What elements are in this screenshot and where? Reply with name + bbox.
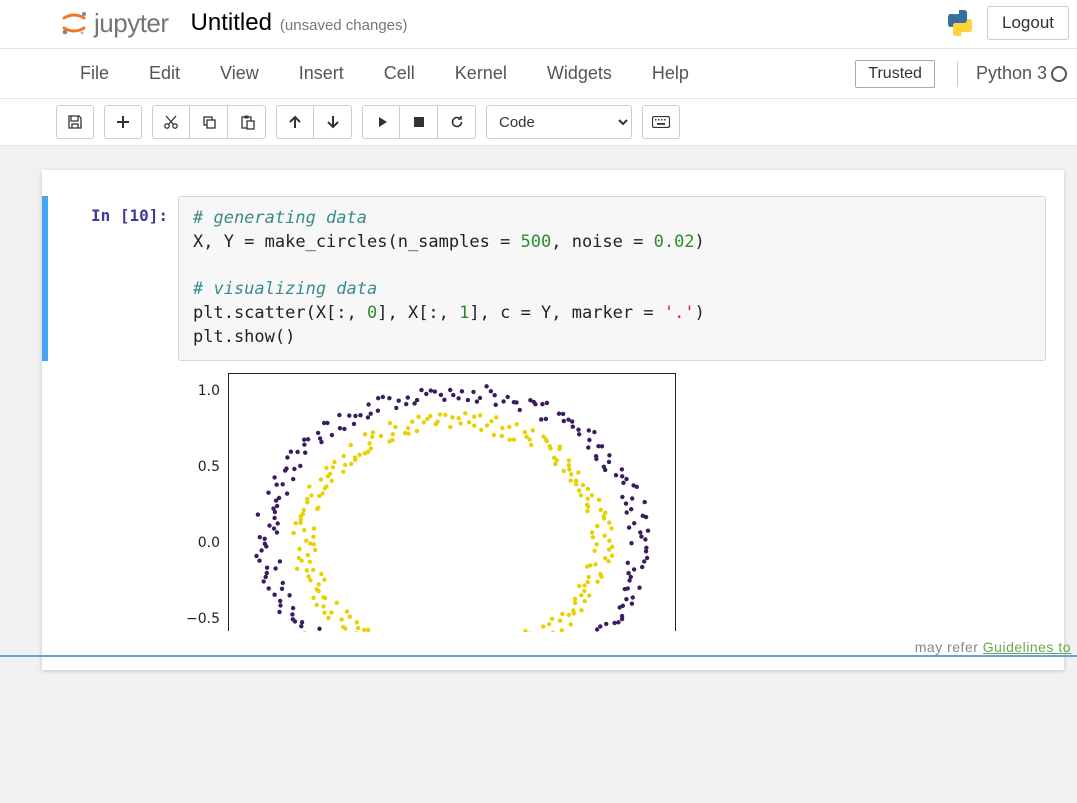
trusted-indicator[interactable]: Trusted bbox=[855, 60, 935, 88]
cell-type-select[interactable]: Code bbox=[486, 105, 632, 139]
save-status: (unsaved changes) bbox=[280, 17, 408, 34]
kernel-status-icon bbox=[1051, 66, 1067, 82]
jupyter-logo-text: jupyter bbox=[94, 8, 169, 39]
menubar: FileEditViewInsertCellKernelWidgetsHelp … bbox=[0, 49, 1077, 99]
menu-file[interactable]: File bbox=[60, 55, 129, 92]
code-cell[interactable]: In [10]: # generating data X, Y = make_c… bbox=[42, 196, 1046, 361]
scissors-icon bbox=[163, 114, 179, 130]
footer-hint: may refer Guidelines to bbox=[915, 639, 1071, 655]
interrupt-button[interactable] bbox=[400, 105, 438, 139]
menu-insert[interactable]: Insert bbox=[279, 55, 364, 92]
keyboard-icon bbox=[652, 116, 670, 128]
move-down-button[interactable] bbox=[314, 105, 352, 139]
stop-icon bbox=[412, 115, 426, 129]
copy-icon bbox=[201, 114, 217, 130]
header: jupyter Untitled (unsaved changes) Logou… bbox=[0, 0, 1077, 49]
save-icon bbox=[67, 114, 83, 130]
paste-icon bbox=[239, 114, 255, 130]
logout-button[interactable]: Logout bbox=[987, 6, 1069, 40]
menu-widgets[interactable]: Widgets bbox=[527, 55, 632, 92]
menu-edit[interactable]: Edit bbox=[129, 55, 200, 92]
input-prompt: In [10]: bbox=[48, 196, 178, 361]
run-button[interactable] bbox=[362, 105, 400, 139]
title-area: Untitled (unsaved changes) bbox=[191, 9, 408, 37]
cut-button[interactable] bbox=[152, 105, 190, 139]
notebook-title[interactable]: Untitled bbox=[191, 9, 272, 37]
run-icon bbox=[374, 115, 388, 129]
python-logo-icon bbox=[945, 8, 975, 38]
menu-help[interactable]: Help bbox=[632, 55, 709, 92]
arrow-down-icon bbox=[326, 115, 340, 129]
restart-button[interactable] bbox=[438, 105, 476, 139]
paste-button[interactable] bbox=[228, 105, 266, 139]
scatter-plot: 1.00.50.0−0.5 bbox=[186, 373, 1046, 631]
save-button[interactable] bbox=[56, 105, 94, 139]
notebook-container: In [10]: # generating data X, Y = make_c… bbox=[0, 146, 1077, 803]
add-cell-button[interactable] bbox=[104, 105, 142, 139]
copy-button[interactable] bbox=[190, 105, 228, 139]
menu-cell[interactable]: Cell bbox=[364, 55, 435, 92]
code-input[interactable]: # generating data X, Y = make_circles(n_… bbox=[178, 196, 1046, 361]
command-palette-button[interactable] bbox=[642, 105, 680, 139]
toolbar: Code bbox=[0, 99, 1077, 146]
divider bbox=[957, 61, 958, 87]
arrow-up-icon bbox=[288, 115, 302, 129]
restart-icon bbox=[449, 114, 465, 130]
move-up-button[interactable] bbox=[276, 105, 314, 139]
plus-icon bbox=[115, 114, 131, 130]
menu-kernel[interactable]: Kernel bbox=[435, 55, 527, 92]
jupyter-logo[interactable]: jupyter bbox=[60, 8, 169, 39]
kernel-name[interactable]: Python 3 bbox=[976, 63, 1047, 84]
cell-output: 1.00.50.0−0.5 bbox=[42, 367, 1046, 631]
menu-view[interactable]: View bbox=[200, 55, 279, 92]
jupyter-logo-icon bbox=[60, 9, 88, 37]
notebook[interactable]: In [10]: # generating data X, Y = make_c… bbox=[42, 170, 1064, 670]
